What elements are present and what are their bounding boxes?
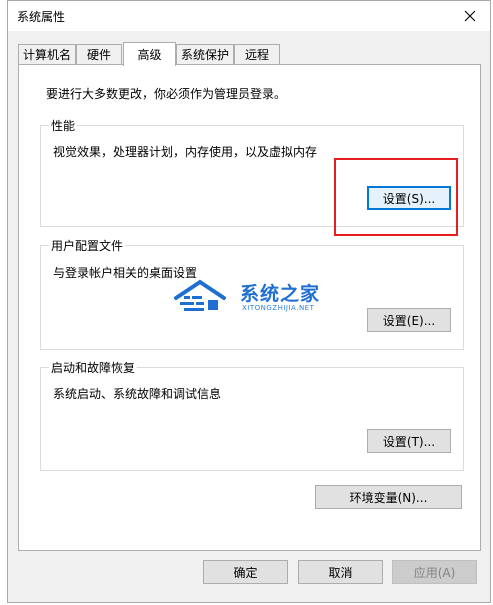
tab-computer-name[interactable]: 计算机名	[18, 44, 76, 64]
window-title: 系统属性	[17, 10, 66, 24]
close-button[interactable]	[456, 3, 484, 29]
title-bar: 系统属性	[8, 1, 490, 31]
startup-recovery-settings-button[interactable]: 设置(T)...	[367, 429, 451, 453]
startup-recovery-group-title: 启动和故障恢复	[49, 359, 138, 376]
performance-group: 性能 视觉效果，处理器计划，内存使用，以及虚拟内存 设置(S)...	[40, 117, 464, 227]
performance-group-title: 性能	[49, 117, 78, 134]
apply-button[interactable]: 应用(A)	[392, 560, 477, 584]
user-profiles-group-title: 用户配置文件	[49, 237, 126, 254]
performance-settings-button[interactable]: 设置(S)...	[367, 186, 451, 210]
tab-hardware[interactable]: 硬件	[76, 44, 122, 64]
house-logo-icon	[174, 279, 226, 311]
ok-button[interactable]: 确定	[203, 560, 288, 584]
watermark: 系统之家 XITONGZHIJIA.NET	[170, 275, 330, 321]
startup-recovery-desc: 系统启动、系统故障和调试信息	[53, 387, 222, 401]
environment-variables-button[interactable]: 环境变量(N)...	[315, 485, 462, 509]
user-profiles-settings-button[interactable]: 设置(E)...	[367, 308, 451, 332]
startup-recovery-group: 启动和故障恢复 系统启动、系统故障和调试信息 设置(T)...	[40, 359, 464, 471]
tab-system-protection[interactable]: 系统保护	[176, 44, 234, 64]
close-icon	[464, 10, 476, 22]
cancel-button[interactable]: 取消	[298, 560, 383, 584]
watermark-title: 系统之家	[240, 283, 321, 305]
performance-desc: 视觉效果，处理器计划，内存使用，以及虚拟内存	[53, 145, 318, 159]
tab-remote[interactable]: 远程	[234, 44, 280, 64]
watermark-subtitle: XITONGZHIJIA.NET	[242, 304, 315, 312]
tab-advanced[interactable]: 高级	[123, 42, 176, 66]
admin-note: 要进行大多数更改，你必须作为管理员登录。	[46, 87, 287, 101]
